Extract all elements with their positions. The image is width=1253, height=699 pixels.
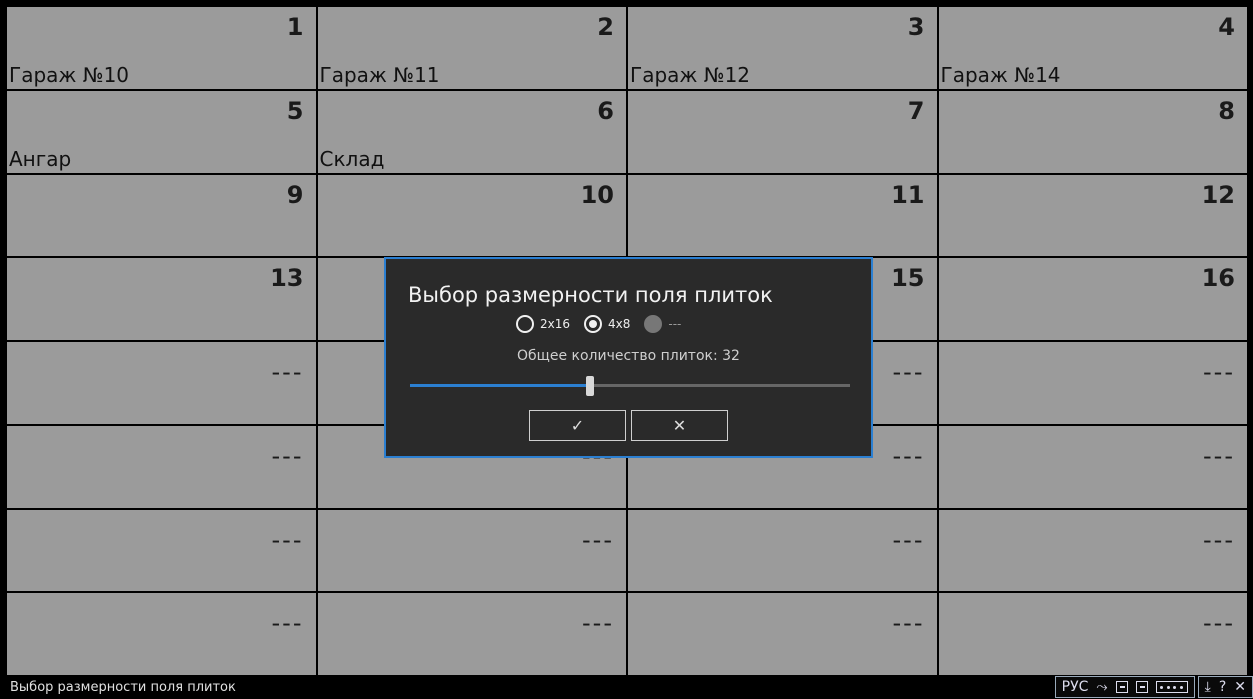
tile-name: Склад <box>319 146 385 171</box>
tile-number: 3 <box>907 13 925 41</box>
cancel-button[interactable]: ✕ <box>631 410 728 441</box>
tile[interactable]: --- <box>317 593 626 675</box>
tile-number: --- <box>892 441 925 470</box>
tile-size-dialog: Выбор размерности поля плиток 2x16 4x8 -… <box>384 257 873 458</box>
tile-number: 5 <box>286 96 304 125</box>
tile[interactable]: 4 Гараж №14 <box>938 7 1247 89</box>
tile-number: --- <box>1203 609 1235 638</box>
size-options: 2x16 4x8 --- <box>516 315 681 333</box>
tile-number: 2 <box>597 13 614 41</box>
option-2x16[interactable]: 2x16 <box>516 315 570 333</box>
tile-number: 15 <box>891 264 925 293</box>
tile[interactable]: --- <box>7 593 316 675</box>
tile[interactable]: --- <box>628 593 937 675</box>
tile-number: 7 <box>907 96 925 125</box>
tile[interactable]: 5 Ангар <box>7 90 316 173</box>
network-icon[interactable]: ⤳ <box>1096 680 1107 694</box>
tile-number: --- <box>892 525 925 554</box>
tile-number: 8 <box>1218 96 1235 125</box>
tile[interactable]: --- <box>317 509 626 592</box>
download-icon[interactable]: ⤓ <box>1205 680 1211 694</box>
option-label: 4x8 <box>608 317 631 331</box>
total-tiles-label: Общее количество плиток: 32 <box>517 348 740 364</box>
tile-number: --- <box>892 358 925 386</box>
radio-circle-icon <box>516 315 534 333</box>
tile[interactable]: --- <box>628 509 937 592</box>
tile[interactable]: 12 <box>938 174 1247 257</box>
tile-number: --- <box>582 609 614 638</box>
system-tray: РУС ⤳ ⤓ ? ✕ <box>1052 676 1253 698</box>
option-label: --- <box>668 317 682 331</box>
tile[interactable]: 9 <box>7 174 316 257</box>
tile-number: 12 <box>1201 180 1235 209</box>
tile[interactable]: 3 Гараж №12 <box>628 7 937 89</box>
tile-number: --- <box>1203 358 1235 386</box>
check-icon: ✓ <box>570 416 585 435</box>
dialog-title: Выбор размерности поля плиток <box>408 283 773 307</box>
tile[interactable]: 7 <box>628 90 937 173</box>
tile[interactable]: --- <box>7 425 316 508</box>
tile-number: --- <box>892 609 925 638</box>
keyboard-icon[interactable] <box>1155 681 1188 693</box>
slider-fill <box>410 384 591 387</box>
slider-thumb[interactable] <box>586 376 595 396</box>
window-icon[interactable] <box>1115 681 1128 693</box>
tile-number: 1 <box>286 13 304 41</box>
window-alt-icon[interactable] <box>1135 681 1148 693</box>
tile-number: 13 <box>270 264 304 293</box>
tile-name: Ангар <box>9 146 72 171</box>
language-indicator[interactable]: РУС <box>1062 680 1089 694</box>
tile[interactable]: 13 <box>7 258 316 340</box>
tile[interactable]: --- <box>7 342 316 424</box>
tile[interactable]: --- <box>938 425 1247 508</box>
tile-name: Гараж №14 <box>940 62 1061 87</box>
tile-name: Гараж №11 <box>319 62 440 87</box>
tile-number: 4 <box>1218 13 1235 41</box>
option-disabled: --- <box>644 315 681 333</box>
tile[interactable]: 11 <box>628 174 937 257</box>
radio-checked-icon <box>584 315 603 333</box>
ok-button[interactable]: ✓ <box>529 410 626 441</box>
help-icon[interactable]: ? <box>1219 680 1226 694</box>
tile[interactable]: 16 <box>938 258 1247 340</box>
tile[interactable]: 6 Склад <box>317 90 626 173</box>
tray-group-actions: ⤓ ? ✕ <box>1197 676 1253 698</box>
tile-number: --- <box>582 525 614 554</box>
tile[interactable]: --- <box>7 509 316 592</box>
close-icon[interactable]: ✕ <box>1234 680 1246 694</box>
tile[interactable]: 10 <box>317 174 626 257</box>
close-icon: ✕ <box>672 416 687 435</box>
option-label: 2x16 <box>540 317 571 331</box>
tile-number: 9 <box>286 180 304 209</box>
tile[interactable]: 2 Гараж №11 <box>317 7 626 89</box>
radio-disabled-icon <box>644 315 663 333</box>
tile-name: Гараж №10 <box>9 62 130 87</box>
tile-number: 11 <box>891 180 925 209</box>
tile[interactable]: --- <box>938 593 1247 675</box>
tile-number: --- <box>271 358 304 386</box>
tile-count-slider[interactable] <box>410 374 850 396</box>
tile[interactable]: --- <box>938 342 1247 424</box>
tile[interactable]: 8 <box>938 90 1247 173</box>
tile-number: --- <box>271 609 304 638</box>
option-4x8[interactable]: 4x8 <box>584 315 630 333</box>
status-text: Выбор размерности поля плиток <box>10 680 236 695</box>
tile-number: --- <box>1203 441 1235 470</box>
tile-number: --- <box>1203 525 1235 554</box>
tile-number: --- <box>271 525 304 554</box>
tile[interactable]: --- <box>938 509 1247 592</box>
tile-number: 6 <box>597 96 614 125</box>
tile-name: Гараж №12 <box>630 62 751 87</box>
status-bar: Выбор размерности поля плиток РУС ⤳ ⤓ ? … <box>0 675 1253 699</box>
tile[interactable]: 1 Гараж №10 <box>7 7 316 89</box>
tile-number: 16 <box>1201 264 1235 293</box>
tile-number: 10 <box>580 180 614 209</box>
tile-number: --- <box>271 441 304 470</box>
tray-group-main: РУС ⤳ <box>1054 676 1195 698</box>
